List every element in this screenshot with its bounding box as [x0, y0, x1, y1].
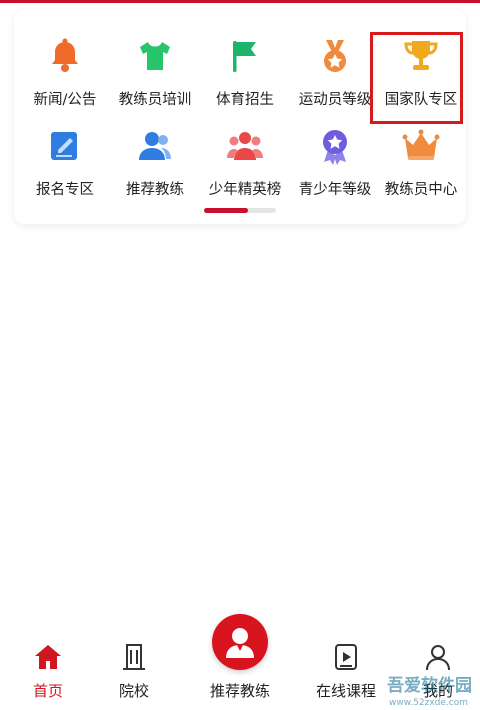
tab-label: 首页	[32, 682, 63, 700]
grid-item-youth-elite[interactable]: 少年精英榜	[200, 10, 290, 198]
tab-online-courses[interactable]: 在线课程	[298, 628, 394, 710]
feature-grid-card: 新闻/公告 教练员培训 体育招生 运动员等级 国家队专区 报名专区 推荐教练 少…	[14, 10, 466, 224]
feature-grid: 新闻/公告 教练员培训 体育招生 运动员等级 国家队专区 报名专区 推荐教练 少…	[14, 10, 466, 200]
page-indicator-active	[204, 208, 248, 213]
bottom-tab-bar: 首页 院校 推荐教练 在线课程 我的 吾爱软件园 www.52zxde.com	[0, 614, 480, 710]
video-icon	[331, 642, 361, 672]
grid-item-youth-level[interactable]: 青少年等级	[290, 10, 380, 198]
recommended-coach-button[interactable]	[212, 614, 268, 670]
highlight-box	[370, 32, 463, 124]
home-icon	[33, 642, 63, 672]
tab-label: 推荐教练	[209, 682, 270, 700]
watermark-url: www.52zxde.com	[389, 698, 468, 708]
star-badge-icon	[315, 126, 355, 166]
building-icon	[119, 642, 149, 672]
grid-item-label: 推荐教练	[126, 182, 184, 198]
users-icon	[135, 126, 175, 166]
grid-item-label: 报名专区	[36, 182, 94, 198]
tab-home[interactable]: 首页	[0, 628, 96, 710]
tab-label: 院校	[118, 682, 149, 700]
edit-icon	[45, 126, 85, 166]
tab-schools[interactable]: 院校	[86, 628, 182, 710]
grid-item-registration[interactable]: 报名专区	[20, 10, 110, 198]
watermark-text: 吾爱软件园	[387, 676, 472, 696]
profile-icon	[423, 642, 453, 672]
grid-item-recommended-coach[interactable]: 推荐教练	[110, 10, 200, 198]
top-accent-line	[0, 0, 480, 3]
grid-item-label: 教练员中心	[384, 182, 458, 198]
page-indicator	[204, 208, 276, 213]
coach-avatar-icon	[226, 628, 254, 658]
grid-item-label: 少年精英榜	[208, 182, 282, 198]
group-icon	[225, 126, 265, 166]
tab-label: 在线课程	[315, 682, 376, 700]
crown-icon	[401, 126, 441, 166]
